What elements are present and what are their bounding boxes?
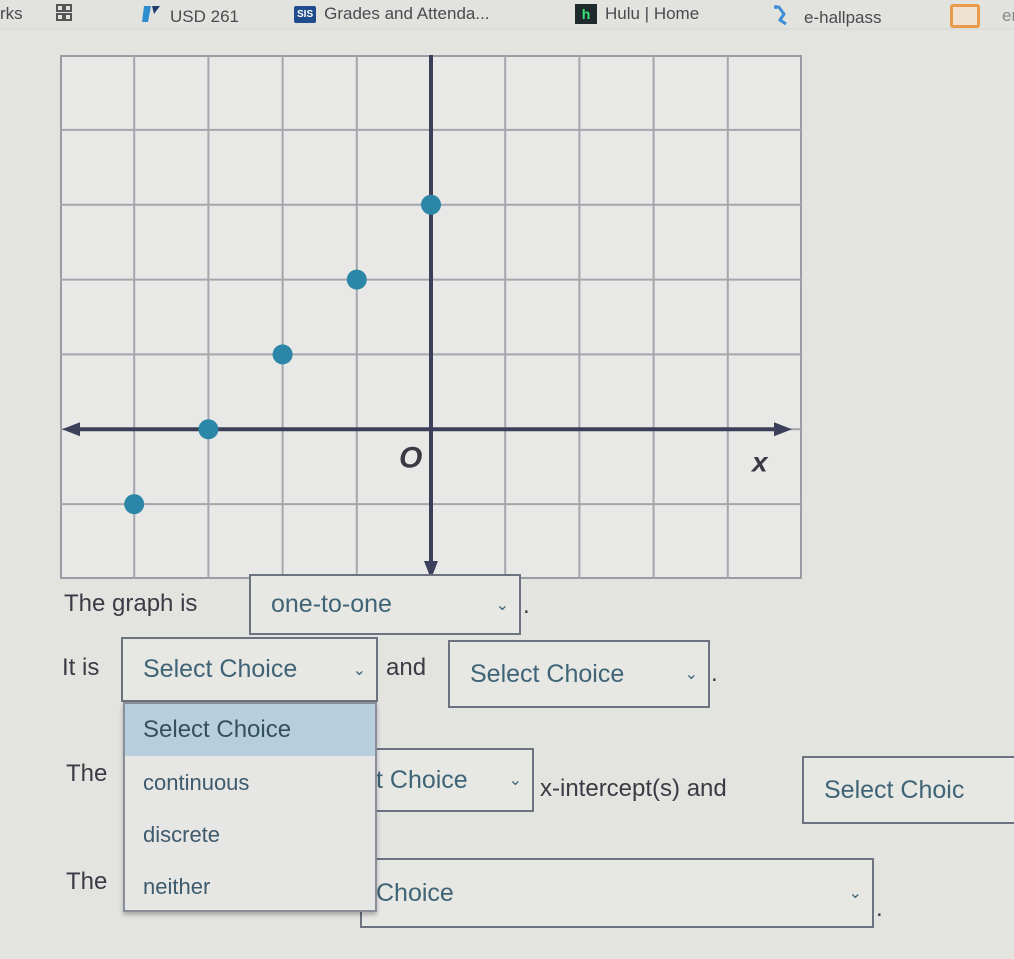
select-value: one-to-one	[271, 590, 392, 618]
q2-prefix: It is	[62, 654, 100, 681]
bookmark-grades[interactable]: SIS Grades and Attenda...	[294, 4, 490, 24]
x-intercept-count-select[interactable]: t Choice ⌄	[360, 748, 534, 812]
select-value: t Choice	[376, 765, 468, 794]
bookmark-label: en	[1002, 6, 1014, 25]
dropdown-option-neither[interactable]: neither	[125, 874, 375, 900]
bookmark-folder[interactable]: rks	[0, 4, 23, 24]
bookmark-hulu[interactable]: h Hulu | Home	[575, 4, 699, 24]
q2-period: .	[711, 660, 718, 687]
bookmark-label: Grades and Attenda...	[324, 4, 490, 23]
select-value: Select Choice	[143, 655, 298, 683]
chevron-down-icon: ⌄	[848, 885, 862, 902]
dropdown-option-select-choice[interactable]: Select Choice	[125, 704, 375, 756]
origin-label: O	[399, 441, 422, 474]
y-intercept-select[interactable]: Select Choic	[802, 756, 1014, 824]
x-axis-label: x	[750, 446, 769, 477]
chevron-down-icon: ⌄	[684, 666, 698, 683]
continuity-select-2[interactable]: Select Choice ⌄	[448, 640, 710, 708]
select-value: Choice	[376, 878, 454, 907]
coordinate-graph: Ox	[60, 55, 802, 579]
q3-prefix: The	[66, 760, 108, 787]
select-value: Select Choice	[470, 659, 625, 688]
q4-prefix: The	[66, 868, 108, 895]
dropdown-option-discrete[interactable]: discrete	[125, 822, 375, 848]
bookmark-usd261[interactable]: USD 261	[142, 4, 239, 29]
data-point	[346, 269, 367, 290]
data-point	[421, 194, 441, 215]
q4-period: .	[876, 895, 883, 922]
continuity-select-1[interactable]: Select Choice ⌄	[121, 637, 378, 702]
q1-prefix: The graph is	[64, 590, 198, 617]
bookmark-label: e-hallpass	[804, 7, 882, 27]
bookmark-label: Hulu | Home	[605, 4, 700, 23]
bookmarks-bar: rks USD 261 SIS Grades and Attenda... h …	[0, 0, 1014, 28]
data-point	[272, 344, 293, 365]
chevron-down-icon: ⌄	[508, 772, 522, 789]
chevron-down-icon: ⌄	[495, 596, 509, 614]
chevron-down-icon: ⌄	[352, 661, 366, 679]
orange-square-icon	[950, 4, 980, 28]
graph-type-select[interactable]: one-to-one ⌄	[249, 574, 521, 635]
select-value: Select Choic	[824, 775, 965, 804]
sis-icon: SIS	[294, 5, 317, 23]
ehallpass-icon	[770, 4, 796, 31]
bookmark-en[interactable]: en	[950, 4, 1014, 28]
hulu-icon: h	[575, 4, 597, 24]
continuity-dropdown-menu: Select Choice continuous discrete neithe…	[123, 702, 377, 912]
data-point	[198, 419, 219, 440]
q2-and: and	[386, 654, 427, 681]
usd-logo-icon	[142, 4, 162, 29]
x-intercept-label: x-intercept(s) and	[540, 775, 727, 802]
q3-middle-text: x-intercept(s) and	[540, 775, 727, 803]
bookmark-ehallpass[interactable]: e-hallpass	[770, 4, 882, 31]
bookmark-label: USD 261	[170, 6, 239, 26]
q4-select[interactable]: Choice ⌄	[360, 858, 874, 928]
data-point	[124, 494, 145, 515]
dropdown-option-continuous[interactable]: continuous	[125, 770, 375, 796]
apps-grid-icon[interactable]	[56, 3, 72, 23]
bookmark-label: rks	[0, 4, 23, 23]
q1-period: .	[523, 592, 530, 619]
